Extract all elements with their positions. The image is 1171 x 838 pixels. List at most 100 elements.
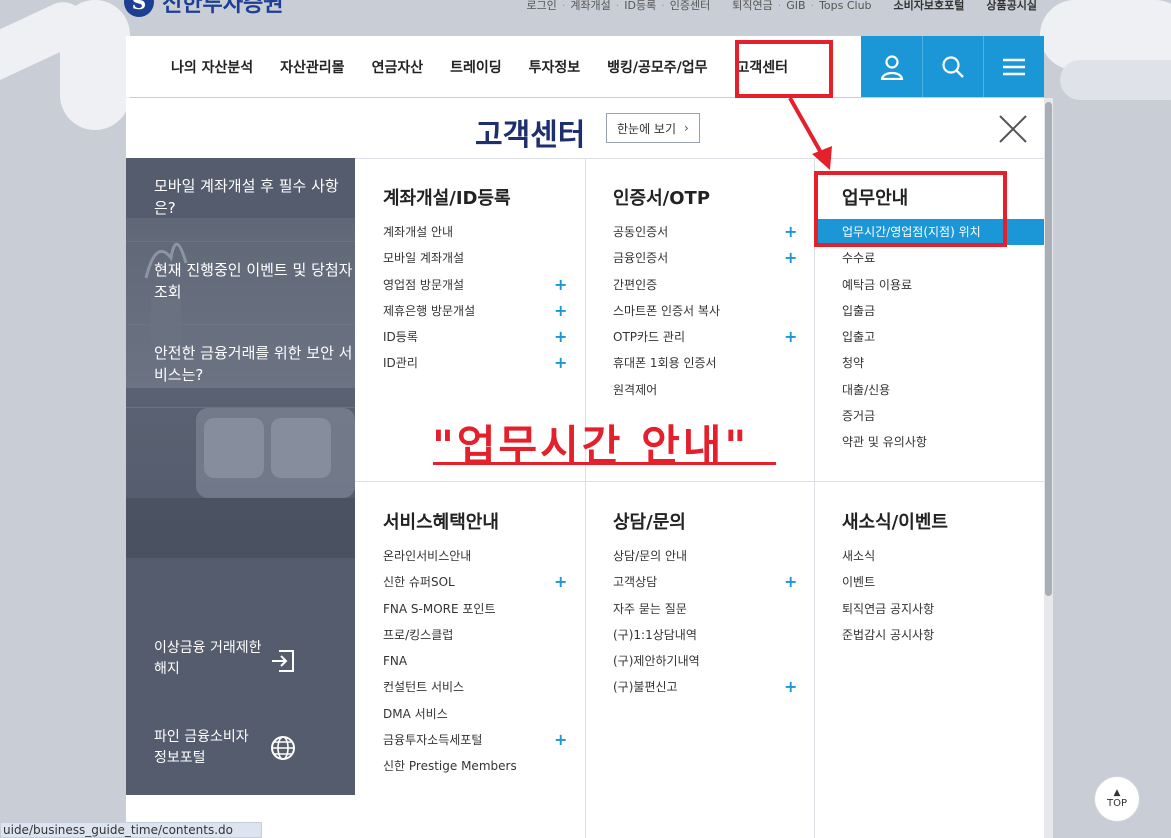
plus-icon[interactable]: + (554, 272, 567, 298)
plus-icon[interactable]: + (554, 324, 567, 350)
menu-icon (1003, 58, 1025, 75)
scrollbar-thumb[interactable] (1045, 102, 1052, 596)
menu-item[interactable]: 공동인증서 + (613, 219, 797, 245)
menu-item[interactable]: 준법감시 공시사항 (842, 622, 948, 648)
menu-item[interactable]: 제휴은행 방문개설 + (383, 298, 567, 324)
menu-item[interactable]: 자주 묻는 질문 (613, 596, 700, 622)
nav-item-trading[interactable]: 트레이딩 (450, 57, 502, 77)
menu-item-label: 약관 및 유의사항 (842, 435, 927, 450)
menu-item-label: DMA 서비스 (383, 706, 448, 721)
sidebar-item-events[interactable]: 현재 진행중인 이벤트 및 당첨자 조회 (126, 242, 355, 325)
menu-item[interactable]: ID등록 + (383, 324, 567, 350)
sidebar-link-fine-portal[interactable]: 파인 금융소비자 정보포털 (154, 727, 264, 769)
annotation-arrow (788, 97, 832, 170)
brand-logo[interactable]: S 신한투자증권 (124, 0, 283, 18)
menu-item-label: 상담/문의 안내 (613, 549, 688, 563)
menu-item[interactable]: 상담/문의 안내 (613, 543, 700, 569)
menu-item-label: 청약 (842, 356, 865, 371)
plus-icon[interactable]: + (554, 350, 567, 376)
nav-item-invest-info[interactable]: 투자정보 (529, 57, 581, 77)
nav-item-asset-analysis[interactable]: 나의 자산분석 (171, 57, 253, 77)
sidebar-link-restriction-release[interactable]: 이상금융 거래제한 해지 (154, 638, 264, 680)
menu-item[interactable]: 스마트폰 인증서 복사 (613, 298, 720, 324)
util-link-id-register[interactable]: ID등록 (624, 0, 656, 13)
menu-item[interactable]: 영업점 방문개설 + (383, 272, 567, 298)
menu-item[interactable]: 금융투자소득세포털 + (383, 727, 567, 753)
search-icon (942, 55, 964, 78)
menu-item[interactable]: 청약 (842, 350, 1044, 376)
util-link-gib[interactable]: GIB (786, 0, 805, 12)
nav-item-banking[interactable]: 뱅킹/공모주/업무 (607, 57, 707, 77)
scrollbar[interactable] (1044, 98, 1053, 838)
menu-item[interactable]: 입출금 (842, 298, 1044, 324)
plus-icon[interactable]: + (554, 298, 567, 324)
menu-item[interactable]: 새소식 (842, 543, 948, 569)
util-link-login[interactable]: 로그인 (526, 0, 556, 13)
sidebar-item-mobile-account[interactable]: 모바일 계좌개설 후 필수 사항은? (126, 158, 355, 242)
menu-item[interactable]: 신한 Prestige Members (383, 753, 517, 779)
menu-item[interactable]: 약관 및 유의사항 (842, 429, 1044, 455)
utility-links: 로그인 · 계좌개설 · ID등록 · 인증센터 퇴직연금 · GIB · Tops Cl… (526, 0, 1037, 13)
main-nav: 나의 자산분석 자산관리몰 연금자산 트레이딩 투자정보 뱅킹/공모주/업무 고… (126, 36, 1044, 97)
menu-column-news-events: 새소식/이벤트 새소식 이벤트 퇴직연금 공지사항 준법감시 공시사항 (842, 508, 948, 648)
menu-item[interactable]: 예탁금 이용료 (842, 272, 1044, 298)
close-icon[interactable] (998, 114, 1028, 144)
menu-item[interactable]: DMA 서비스 (383, 701, 517, 727)
util-link-account-open[interactable]: 계좌개설 (570, 0, 610, 13)
menu-item[interactable]: 대출/신용 (842, 377, 1044, 403)
user-button[interactable] (861, 36, 922, 97)
util-link-pension[interactable]: 퇴직연금 (732, 0, 772, 13)
menu-item[interactable]: (구)불편신고 + (613, 674, 797, 700)
util-link-cert-center[interactable]: 인증센터 (670, 0, 710, 13)
menu-item[interactable]: 프로/킹스클럽 (383, 622, 517, 648)
menu-item-label: 컨설턴트 서비스 (383, 680, 465, 695)
menu-item[interactable]: 계좌개설 안내 (383, 219, 511, 245)
menu-item[interactable]: 모바일 계좌개설 (383, 245, 511, 271)
plus-icon[interactable]: + (554, 569, 567, 595)
menu-item[interactable]: 증거금 (842, 403, 1044, 429)
sidebar-item-security[interactable]: 안전한 금융거래를 위한 보안 서비스는? (126, 325, 355, 408)
plus-icon[interactable]: + (554, 727, 567, 753)
menu-item[interactable]: 금융인증서 + (613, 245, 797, 271)
menu-button[interactable] (983, 36, 1044, 97)
plus-icon[interactable]: + (784, 245, 797, 271)
menu-item-label: 증거금 (842, 409, 876, 424)
menu-item[interactable]: 고객상담 + (613, 569, 797, 595)
menu-item[interactable]: 휴대폰 1회용 인증서 (613, 350, 720, 376)
panel-sidebar: 모바일 계좌개설 후 필수 사항은? 현재 진행중인 이벤트 및 당첨자 조회 … (126, 158, 355, 795)
menu-item[interactable]: ID관리 + (383, 350, 567, 376)
scroll-top-button[interactable]: ▲ TOP (1094, 776, 1140, 822)
menu-item[interactable]: OTP카드 관리 + (613, 324, 797, 350)
menu-item[interactable]: 이벤트 (842, 569, 948, 595)
menu-item[interactable]: 간편인증 (613, 272, 720, 298)
menu-item[interactable]: 신한 슈퍼SOL + (383, 569, 567, 595)
plus-icon[interactable]: + (784, 569, 797, 595)
menu-item[interactable]: 수수료 (842, 245, 1044, 271)
menu-item[interactable]: (구)1:1상담내역 (613, 622, 700, 648)
menu-item[interactable]: (구)제안하기내역 (613, 648, 700, 674)
util-link-product-disclosure[interactable]: 상품공시실 (986, 0, 1037, 13)
caret-up-icon: ▲ (1113, 788, 1121, 798)
menu-item[interactable]: 퇴직연금 공지사항 (842, 596, 948, 622)
util-link-consumer-portal[interactable]: 소비자보호포털 (894, 0, 965, 13)
menu-item[interactable]: 입출고 (842, 324, 1044, 350)
menu-item-label: (구)제안하기내역 (613, 654, 700, 669)
plus-icon[interactable]: + (784, 674, 797, 700)
view-all-button[interactable]: 한눈에 보기 › (606, 113, 700, 143)
user-icon (880, 54, 903, 80)
menu-item-label: 스마트폰 인증서 복사 (613, 303, 720, 318)
menu-item[interactable]: 원격제어 (613, 377, 720, 403)
nav-item-asset-mall[interactable]: 자산관리몰 (280, 57, 344, 77)
menu-item[interactable]: 온라인서비스안내 (383, 543, 517, 569)
menu-item-label: (구)1:1상담내역 (613, 627, 697, 642)
nav-item-pension[interactable]: 연금자산 (372, 57, 424, 77)
menu-item-label: 신한 슈퍼SOL (383, 575, 455, 590)
search-button[interactable] (922, 36, 983, 97)
menu-item[interactable]: FNA S-MORE 포인트 (383, 596, 517, 622)
menu-item[interactable]: 컨설턴트 서비스 (383, 674, 517, 700)
util-link-tops-club[interactable]: Tops Club (819, 0, 871, 12)
menu-item[interactable]: FNA (383, 648, 517, 674)
plus-icon[interactable]: + (784, 219, 797, 245)
plus-icon[interactable]: + (784, 324, 797, 350)
exit-icon (272, 650, 294, 672)
